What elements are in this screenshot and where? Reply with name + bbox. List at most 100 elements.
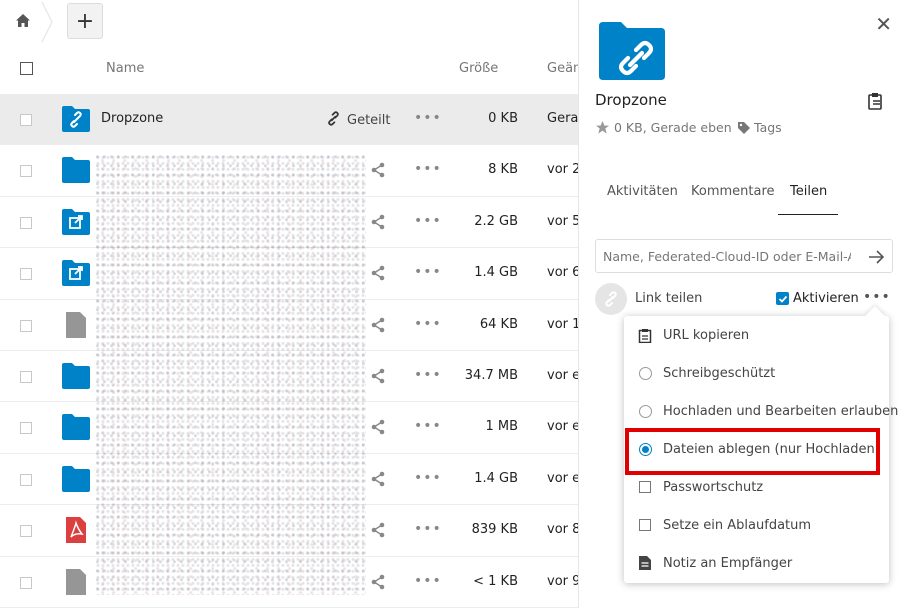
table-row[interactable]: ••• 1.4 GB vor 6 (0, 248, 578, 300)
folder-icon[interactable] (62, 362, 90, 389)
file-modified: vor 6 (547, 265, 578, 281)
file-size: 8 KB (488, 162, 518, 178)
table-row[interactable]: ••• 2.2 GB vor 5 (0, 197, 578, 249)
sidebar-meta-text: 0 KB, Gerade eben (614, 120, 732, 135)
arrow-right-icon[interactable] (866, 247, 886, 267)
table-row[interactable]: •••1.4 GBvor ei (0, 454, 578, 506)
row-checkbox[interactable] (20, 370, 32, 383)
share-icon[interactable] (370, 471, 386, 487)
close-icon[interactable]: ✕ (875, 12, 892, 36)
activate-link-checkbox[interactable]: Aktivieren (776, 291, 859, 306)
sidebar-title: Dropzone (595, 91, 667, 109)
sidebar-meta: 0 KB, Gerade eben (595, 120, 732, 135)
share-search-box (595, 239, 893, 273)
star-icon[interactable] (595, 120, 610, 135)
tab-sharing[interactable]: Teilen (790, 184, 827, 199)
tab-activities[interactable]: Aktivitäten (607, 184, 678, 199)
table-row[interactable]: ••• 839 KB vor 8 (0, 505, 578, 557)
link-icon (326, 111, 341, 130)
menu-item-label: Schreibgeschützt (663, 366, 776, 381)
file-icon[interactable] (62, 568, 90, 595)
share-link-label: Link teilen (635, 291, 703, 306)
share-icon[interactable] (370, 419, 386, 435)
file-icon[interactable] (62, 311, 90, 338)
tags-label: Tags (754, 120, 782, 135)
more-options-icon[interactable]: ••• (863, 289, 891, 305)
share-options-menu: URL kopieren Schreibgeschützt Hochladen un… (624, 306, 898, 583)
file-modified: vor 14 (547, 316, 578, 332)
row-checkbox[interactable] (20, 165, 32, 178)
folder-icon[interactable] (62, 414, 90, 441)
tab-comments[interactable]: Kommentare (691, 184, 775, 199)
row-checkbox[interactable] (20, 525, 32, 538)
menu-item-label: URL kopieren (663, 328, 750, 343)
table-row[interactable]: ••• 8 KB vor 2 (0, 145, 578, 197)
column-date-header[interactable]: Geän (547, 61, 578, 76)
table-row[interactable]: •••64 KBvor 14 (0, 300, 578, 351)
menu-item-label: Hochladen und Bearbeiten erlauben (663, 404, 899, 419)
file-size: 1.4 GB (474, 265, 518, 281)
table-row[interactable]: •••34.7 MBvor ei (0, 351, 578, 403)
radio-icon (638, 404, 652, 418)
menu-item-label: Dateien ablegen (nur Hochladen) (663, 442, 880, 457)
share-search-input[interactable] (596, 248, 851, 264)
menu-item-label: Passwortschutz (663, 480, 764, 495)
folder-icon[interactable] (62, 157, 90, 184)
share-link-row: Link teilen Aktivieren ••• (595, 283, 895, 315)
menu-item-3[interactable]: Hochladen und Bearbeiten erlauben (624, 392, 898, 430)
new-file-button[interactable]: + (67, 3, 103, 39)
file-size: < 1 KB (473, 573, 518, 589)
clipboard-icon[interactable] (866, 92, 884, 110)
note-icon (638, 556, 652, 570)
folder-link-icon[interactable] (62, 106, 90, 132)
shared-status[interactable]: Geteilt (326, 111, 391, 130)
share-icon[interactable] (370, 522, 386, 538)
share-icon[interactable] (370, 368, 386, 384)
tags-button[interactable]: Tags (737, 120, 782, 135)
menu-item-4[interactable]: Dateien ablegen (nur Hochladen) (624, 430, 889, 468)
table-row[interactable]: DropzoneGeteilt•••0 KBGerad (0, 94, 578, 146)
file-list-header: Name Größe Geän (0, 44, 578, 94)
checkbox-icon (638, 518, 652, 532)
details-sidebar: ✕ Dropzone 0 KB, Gerade eben Tags Aktivi… (578, 0, 906, 608)
row-checkbox[interactable] (20, 268, 32, 281)
folder-external-icon[interactable] (62, 208, 90, 235)
menu-item-7[interactable]: Notiz an Empfänger (624, 544, 889, 582)
file-size: 1 MB (485, 419, 518, 435)
menu-item-2[interactable]: Schreibgeschützt (624, 354, 889, 392)
link-icon (605, 291, 617, 307)
shared-label: Geteilt (347, 113, 391, 128)
row-checkbox[interactable] (20, 422, 32, 435)
share-icon[interactable] (370, 214, 386, 230)
menu-item-1[interactable]: URL kopieren (624, 316, 889, 354)
row-checkbox[interactable] (20, 576, 32, 589)
radio-selected-icon (638, 442, 652, 456)
table-row[interactable]: ••• < 1 KB vor 9 (0, 557, 578, 608)
row-checkbox[interactable] (20, 473, 32, 486)
share-icon[interactable] (370, 162, 386, 178)
share-icon[interactable] (370, 265, 386, 281)
menu-item-6[interactable]: Setze ein Ablaufdatum (624, 506, 889, 544)
file-name[interactable]: Dropzone (101, 111, 163, 126)
clipboard-icon (638, 328, 652, 343)
column-size-header[interactable]: Größe (459, 61, 498, 76)
activate-label: Aktivieren (793, 291, 859, 306)
share-icon[interactable] (370, 574, 386, 590)
home-icon[interactable] (12, 9, 34, 31)
file-size: 1.4 GB (474, 470, 518, 486)
breadcrumb-separator (41, 2, 53, 42)
row-checkbox[interactable] (20, 114, 32, 126)
table-row[interactable]: •••1 MBvor ei (0, 402, 578, 454)
menu-item-label: Notiz an Empfänger (663, 556, 793, 571)
row-checkbox[interactable] (20, 216, 32, 229)
folder-external-icon[interactable] (62, 260, 90, 287)
select-all-checkbox[interactable] (20, 62, 33, 75)
file-size: 34.7 MB (464, 367, 518, 383)
row-checkbox[interactable] (20, 319, 32, 332)
pdf-icon[interactable] (62, 517, 90, 544)
folder-icon[interactable] (62, 465, 90, 492)
menu-item-5[interactable]: Passwortschutz (624, 468, 889, 506)
share-icon[interactable] (370, 317, 386, 333)
column-name-header[interactable]: Name (106, 61, 144, 76)
tag-icon (738, 121, 750, 134)
